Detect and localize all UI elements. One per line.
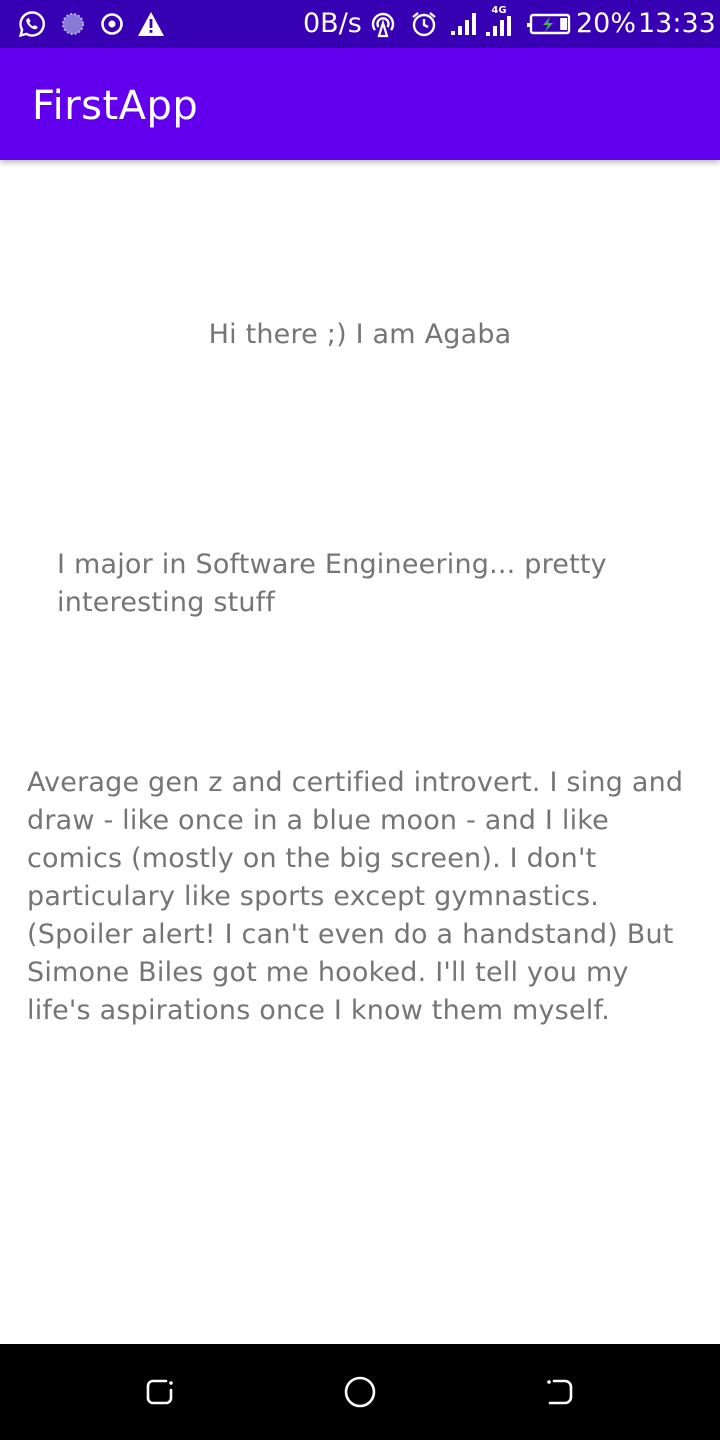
bio-text: Average gen z and certified introvert. I… — [27, 767, 684, 1026]
svg-text:4G: 4G — [491, 5, 506, 16]
app-bar: FirstApp — [0, 48, 720, 160]
target-icon — [99, 10, 125, 38]
app-title: FirstApp — [32, 83, 199, 129]
battery-charging-icon — [525, 10, 573, 38]
back-icon[interactable] — [540, 1372, 580, 1412]
signal-icon — [449, 10, 481, 38]
major-text: I major in Software Engineering... prett… — [57, 549, 607, 618]
status-bar: 0B/s 4G 20% 13:33 — [0, 0, 720, 48]
recents-icon[interactable] — [140, 1372, 180, 1412]
alarm-icon — [409, 10, 439, 38]
network-speed: 0B/s — [303, 8, 362, 39]
whatsapp-icon — [17, 10, 47, 38]
screen: 0B/s 4G 20% 13:33 FirstApp Hi there ;) I… — [0, 0, 720, 1440]
warning-icon — [137, 10, 165, 38]
hotspot-icon — [369, 10, 397, 38]
clock-time: 13:33 — [638, 8, 716, 39]
battery-percent: 20% — [576, 8, 637, 39]
signal-4g-icon: 4G — [484, 4, 514, 38]
home-icon[interactable] — [340, 1372, 380, 1412]
greeting-text: Hi there ;) I am Agaba — [208, 319, 512, 350]
navigation-bar — [0, 1344, 720, 1440]
loading-icon — [60, 10, 86, 38]
